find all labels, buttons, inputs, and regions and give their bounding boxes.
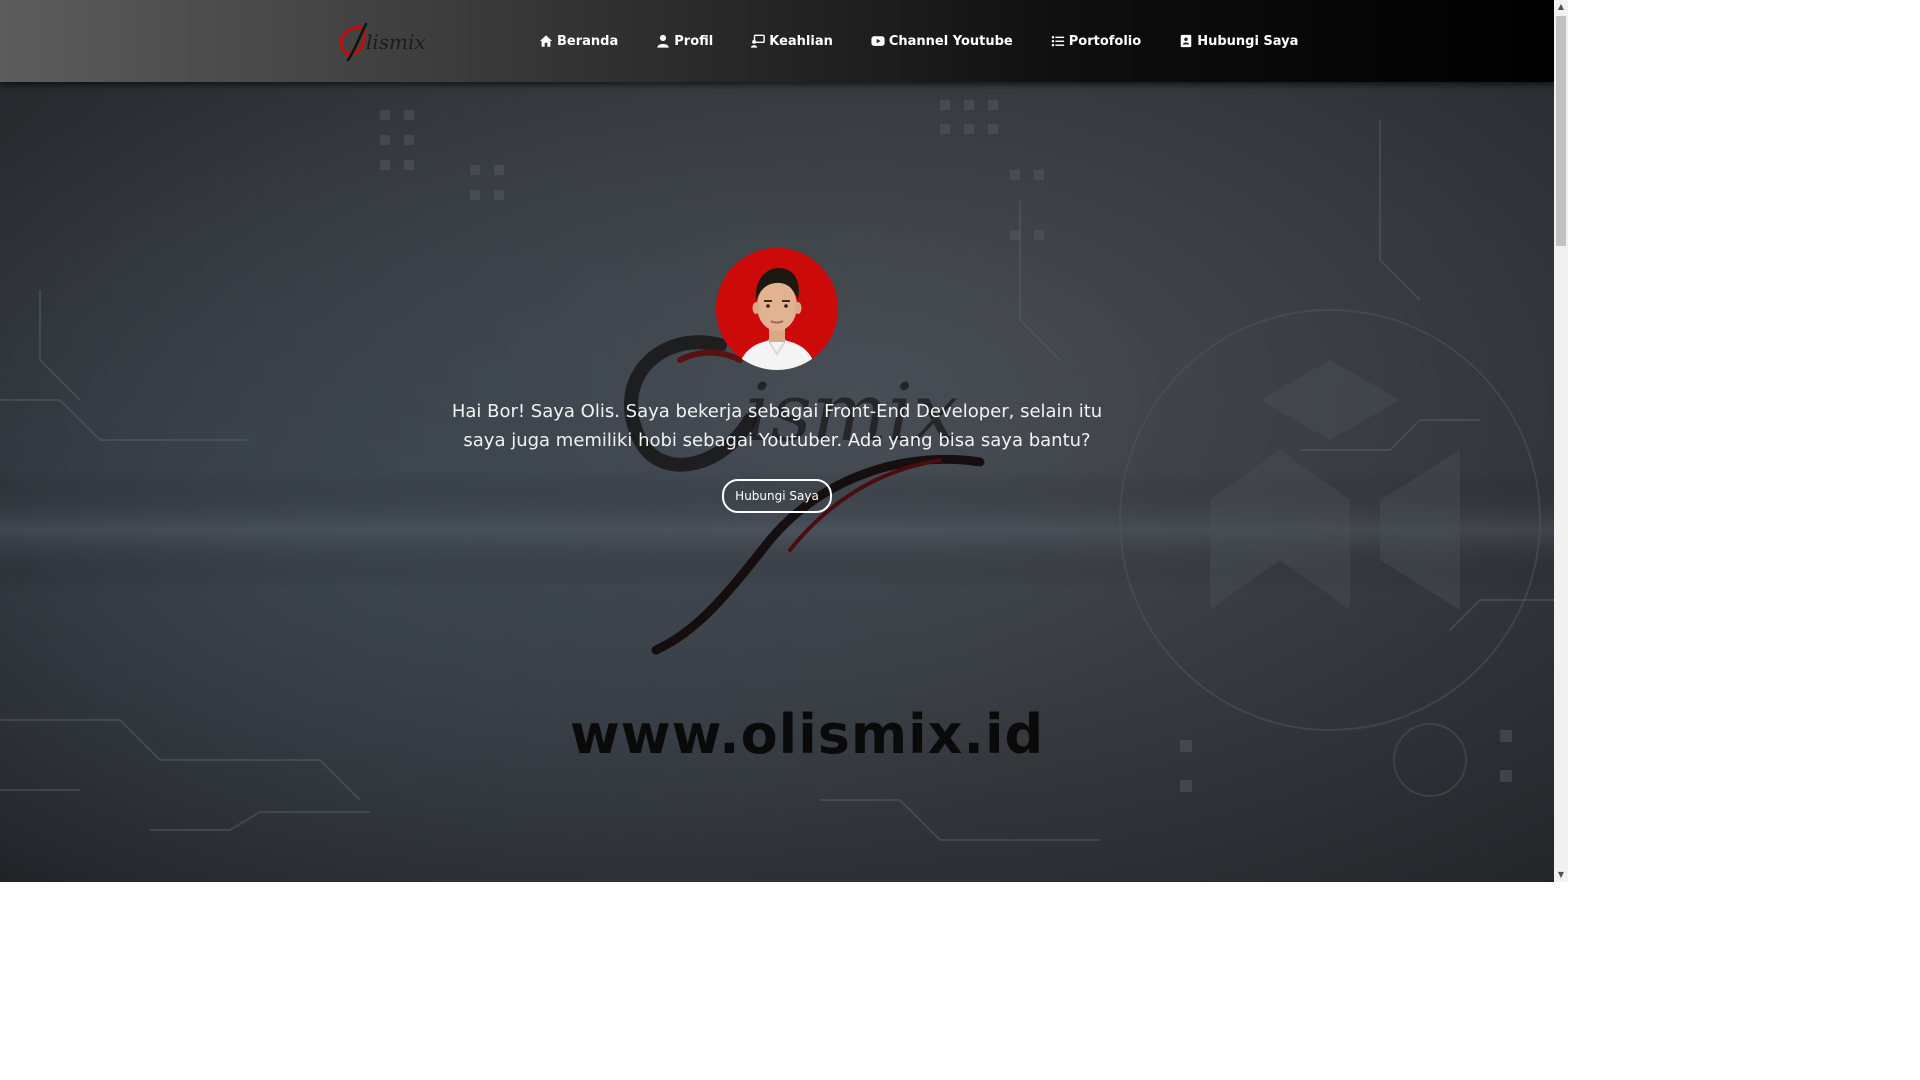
page: ismix lismix Beranda Profil Keahlian Cha… [0, 0, 1568, 882]
profile-photo [716, 248, 838, 370]
nav-portofolio-label: Portofolio [1068, 33, 1142, 49]
nav-beranda[interactable]: Beranda [539, 30, 618, 52]
intro-text: Hai Bor! Saya Olis. Saya bekerja sebagai… [451, 401, 1103, 451]
site-logo[interactable]: lismix [336, 18, 432, 62]
list-icon [1051, 34, 1065, 48]
nav-channel-youtube-label: Channel Youtube [888, 33, 1013, 49]
nav-profil-label: Profil [674, 33, 714, 49]
user-icon [656, 34, 670, 48]
navbar: lismix Beranda Profil Keahlian Channel Y… [0, 0, 1554, 82]
nav-portofolio[interactable]: Portofolio [1051, 30, 1141, 52]
nav-channel-youtube[interactable]: Channel Youtube [871, 30, 1013, 52]
scroll-down-arrow-icon[interactable]: ▼ [1554, 868, 1568, 882]
vertical-scrollbar[interactable]: ▲ ▼ [1554, 0, 1568, 882]
chalkboard-user-icon [751, 34, 766, 48]
profile-avatar [716, 248, 838, 370]
olismix-logo-icon: lismix [339, 22, 426, 62]
nav-hubungi-saya[interactable]: Hubungi Saya [1179, 30, 1298, 52]
nav-beranda-label: Beranda [557, 33, 619, 49]
contact-button[interactable]: Hubungi Saya [722, 479, 832, 513]
nav-keahlian[interactable]: Keahlian [751, 30, 833, 52]
svg-text:lismix: lismix [366, 30, 426, 54]
address-book-icon [1179, 34, 1193, 48]
nav-profil[interactable]: Profil [656, 30, 713, 52]
scroll-thumb[interactable] [1556, 16, 1566, 246]
main-nav: Beranda Profil Keahlian Channel Youtube [539, 30, 1298, 52]
home-icon [539, 34, 553, 48]
site-url: www.olismix.id [569, 703, 1045, 766]
nav-hubungi-saya-label: Hubungi Saya [1197, 33, 1299, 49]
scroll-up-arrow-icon[interactable]: ▲ [1554, 0, 1568, 14]
nav-keahlian-label: Keahlian [769, 33, 833, 49]
youtube-icon [871, 34, 885, 48]
